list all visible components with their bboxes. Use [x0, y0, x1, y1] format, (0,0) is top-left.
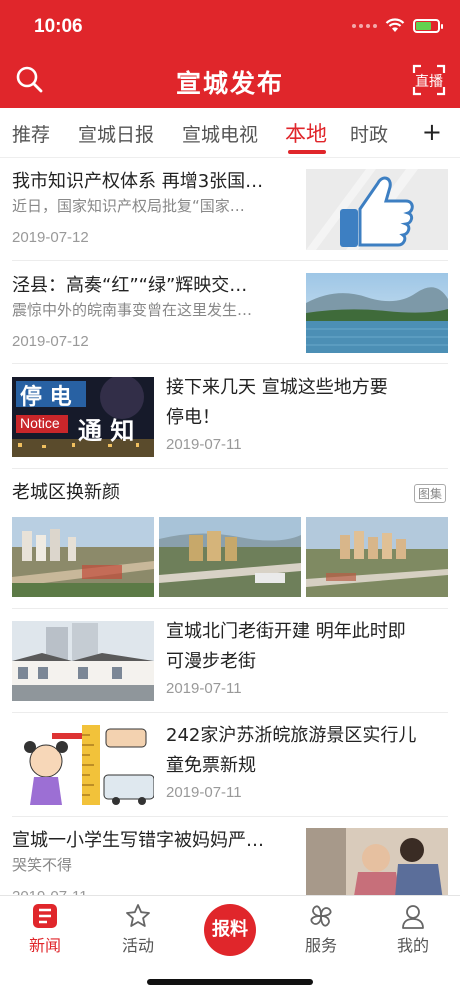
- news-icon: [33, 904, 57, 928]
- news-title: 接下来几天 宣城这些地方要 停电！: [166, 375, 450, 431]
- power-outage-notice-image: 停 电 Notice 通 知: [12, 377, 154, 457]
- outage-subtitle-text: 通 知: [78, 417, 135, 445]
- live-button[interactable]: 直播: [412, 64, 446, 96]
- news-summary: 近日，国家知识产权局批复“国家…: [12, 197, 245, 215]
- app-title: 宣城发布: [175, 69, 284, 98]
- news-date: 2019-07-11: [166, 436, 242, 453]
- nav-news[interactable]: 新闻: [10, 902, 80, 956]
- add-channel-button[interactable]: +: [422, 118, 442, 146]
- divider: [12, 712, 448, 713]
- battery-icon: [413, 18, 443, 33]
- signal-icon: [352, 23, 377, 28]
- channel-tabs: 推荐 宣城日报 宣城电视 本地 时政 +: [0, 108, 460, 158]
- wifi-icon: [385, 18, 405, 32]
- lake-landscape-image: [306, 273, 448, 353]
- nav-news-label: 新闻: [28, 936, 61, 955]
- tab-politics[interactable]: 时政: [350, 120, 388, 147]
- gallery-title: 老城区换新颜: [12, 482, 120, 503]
- outage-title-text: 停 电: [20, 385, 72, 410]
- tab-recommend[interactable]: 推荐: [12, 120, 50, 147]
- news-title-line: 宣城北门老街开建 明年此时即: [166, 621, 406, 642]
- news-title: 242家沪苏浙皖旅游景区实行儿 童免票新规: [166, 723, 450, 779]
- tab-xuancheng-tv[interactable]: 宣城电视: [182, 120, 258, 147]
- news-feed[interactable]: 我市知识产权体系 再增3张国… 近日，国家知识产权局批复“国家… 2019-07…: [0, 159, 460, 895]
- news-date: 2019-07-11: [166, 680, 242, 697]
- divider: [12, 260, 448, 261]
- news-title: 我市知识产权体系 再增3张国…: [12, 171, 264, 192]
- news-summary: 哭笑不得: [12, 856, 73, 874]
- gallery-tag: 图集: [413, 484, 446, 503]
- divider: [12, 816, 448, 817]
- nav-activity[interactable]: 活动: [103, 902, 173, 956]
- city-aerial-image: [12, 517, 154, 597]
- nav-mine-label: 我的: [396, 936, 429, 955]
- news-title-line: 242家沪苏浙皖旅游景区实行儿: [166, 725, 417, 746]
- news-title-line: 可漫步老街: [166, 651, 256, 672]
- app-header: 10:06 宣城发布 直播: [0, 0, 460, 108]
- clover-icon: [310, 905, 332, 927]
- tab-xuancheng-daily[interactable]: 宣城日报: [78, 120, 154, 147]
- old-street-rendering-image: [12, 621, 154, 701]
- tab-local[interactable]: 本地: [285, 118, 327, 148]
- outage-notice-text: Notice: [20, 415, 60, 431]
- news-date: 2019-07-12: [12, 333, 89, 350]
- news-date: 2019-07-11: [166, 784, 242, 801]
- live-label: 直播: [415, 74, 443, 90]
- nav-service-label: 服务: [304, 936, 337, 955]
- news-title: 宣城一小学生写错字被妈妈严…: [12, 830, 264, 851]
- news-title-line: 停电！: [166, 407, 220, 428]
- news-date: 2019-07-12: [12, 229, 89, 246]
- divider: [12, 468, 448, 469]
- report-button[interactable]: 报料: [204, 904, 256, 956]
- nav-service[interactable]: 服务: [286, 902, 356, 956]
- news-title: 泾县：高奏“红”“绿”辉映交…: [12, 275, 248, 296]
- star-icon: [126, 904, 150, 927]
- child-height-cartoon-image: [12, 725, 154, 805]
- news-summary: 震惊中外的皖南事变曾在这里发生…: [12, 301, 253, 319]
- user-icon: [402, 905, 424, 929]
- divider: [12, 363, 448, 364]
- nav-activity-label: 活动: [121, 936, 154, 955]
- home-indicator[interactable]: [147, 979, 313, 985]
- nav-mine[interactable]: 我的: [378, 902, 448, 956]
- active-tab-indicator: [288, 150, 326, 154]
- city-aerial-image: [306, 517, 448, 597]
- status-icons: [352, 18, 443, 33]
- news-title: 宣城北门老街开建 明年此时即 可漫步老街: [166, 619, 450, 675]
- news-title-line: 接下来几天 宣城这些地方要: [166, 377, 388, 398]
- thumbs-up-image: [306, 169, 448, 250]
- city-aerial-image: [159, 517, 301, 597]
- divider: [12, 608, 448, 609]
- news-date: 2019-07-11: [12, 888, 88, 895]
- news-title-line: 童免票新规: [166, 755, 256, 776]
- status-time: 10:06: [34, 16, 83, 37]
- mother-child-photo-image: [306, 828, 448, 895]
